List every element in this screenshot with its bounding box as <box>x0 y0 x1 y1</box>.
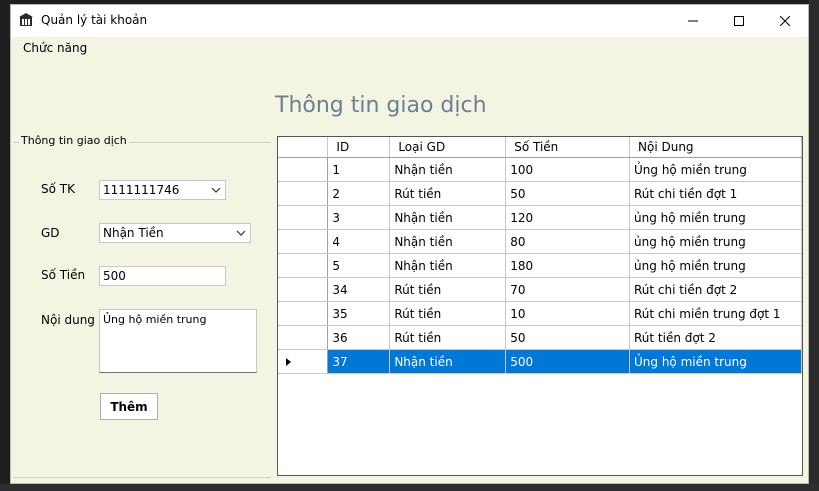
column-header-type[interactable]: Loại GD <box>389 137 507 158</box>
cell-content[interactable]: Rút chi tiền đợt 1 <box>629 181 802 206</box>
type-label: GD <box>41 226 60 240</box>
cell-content[interactable]: Rút chi tiền đợt 2 <box>629 277 802 302</box>
cell-type[interactable]: Nhận tiền <box>389 229 507 254</box>
transactions-grid[interactable]: ID Loại GD Số Tiền Nội Dung 1 Nhận tiền 10… <box>277 136 803 476</box>
cell-id[interactable]: 34 <box>327 277 391 302</box>
menu-item-chuc-nang[interactable]: Chức năng <box>23 41 87 55</box>
cell-content[interactable]: Rút chi miền trung đợt 1 <box>629 301 802 326</box>
row-header[interactable] <box>278 277 329 302</box>
table-row[interactable]: 1 Nhận tiền 100 Ủng hộ miền trung <box>278 157 802 182</box>
menu-bar: Chức năng <box>11 37 808 60</box>
cell-content[interactable]: Rút tiền đợt 2 <box>629 325 802 350</box>
cell-content[interactable]: ủng hộ miền trung <box>629 229 802 254</box>
column-header-id[interactable]: ID <box>327 137 391 158</box>
cell-id[interactable]: 1 <box>327 157 391 182</box>
column-header-content[interactable]: Nội Dung <box>629 137 802 158</box>
cell-id[interactable]: 35 <box>327 301 391 326</box>
cell-id[interactable]: 36 <box>327 325 391 350</box>
table-row[interactable]: 3 Nhận tiền 120 ủng hộ miền trung <box>278 205 802 230</box>
type-combobox[interactable]: Nhận Tiền <box>99 223 251 243</box>
content-value: Ủng hộ miền trung <box>103 313 207 326</box>
row-header[interactable] <box>278 253 329 278</box>
table-row[interactable]: 37 Nhận tiền 500 Ủng hộ miền trung <box>278 349 802 374</box>
table-row[interactable]: 4 Nhận tiền 80 ủng hộ miền trung <box>278 229 802 254</box>
app-icon <box>19 13 33 26</box>
cell-type[interactable]: Nhận tiền <box>389 253 507 278</box>
background-editor-gutter <box>0 0 10 491</box>
row-header[interactable] <box>278 349 329 374</box>
cell-amount[interactable]: 50 <box>505 325 630 350</box>
title-bar[interactable]: Quản lý tài khoản <box>11 5 808 37</box>
account-value: 1111111746 <box>103 183 180 197</box>
column-header-amount[interactable]: Số Tiền <box>505 137 630 158</box>
cell-amount[interactable]: 70 <box>505 277 630 302</box>
add-button[interactable]: Thêm <box>100 393 158 420</box>
maximize-button[interactable] <box>716 5 762 37</box>
main-window: Quản lý tài khoản Chức năng Thông tin gi… <box>10 4 809 484</box>
page-heading: Thông tin giao dịch <box>275 93 487 118</box>
cell-id[interactable]: 5 <box>327 253 391 278</box>
cell-type[interactable]: Nhận tiền <box>389 157 507 182</box>
maximize-icon <box>734 16 744 26</box>
background-status-bar <box>0 484 819 491</box>
amount-label: Số Tiền <box>41 268 86 282</box>
cell-type[interactable]: Rút tiền <box>389 277 507 302</box>
cell-id[interactable]: 37 <box>327 349 391 374</box>
background-editor-right <box>809 0 819 491</box>
cell-amount[interactable]: 10 <box>505 301 630 326</box>
cell-type[interactable]: Nhận tiền <box>389 349 507 374</box>
cell-id[interactable]: 3 <box>327 205 391 230</box>
cell-amount[interactable]: 100 <box>505 157 630 182</box>
amount-value: 500 <box>103 269 126 283</box>
table-row[interactable]: 5 Nhận tiền 180 ủng hộ miền trung <box>278 253 802 278</box>
header-row: ID Loại GD Số Tiền Nội Dung <box>278 137 802 158</box>
table-row[interactable]: 35 Rút tiền 10 Rút chi miền trung đợt 1 <box>278 301 802 326</box>
content-textarea[interactable]: Ủng hộ miền trung <box>99 309 257 373</box>
row-header[interactable] <box>278 181 329 206</box>
row-header[interactable] <box>278 229 329 254</box>
window-title: Quản lý tài khoản <box>41 13 148 27</box>
row-header[interactable] <box>278 205 329 230</box>
cell-id[interactable]: 2 <box>327 181 391 206</box>
cell-amount[interactable]: 180 <box>505 253 630 278</box>
row-header[interactable] <box>278 157 329 182</box>
row-header[interactable] <box>278 325 329 350</box>
account-label: Số TK <box>41 182 75 196</box>
type-value: Nhận Tiền <box>103 226 164 240</box>
transactions-table: ID Loại GD Số Tiền Nội Dung 1 Nhận tiền 10… <box>278 137 802 374</box>
cell-amount[interactable]: 500 <box>505 349 630 374</box>
cell-amount[interactable]: 50 <box>505 181 630 206</box>
cell-id[interactable]: 4 <box>327 229 391 254</box>
minimize-icon <box>688 20 698 22</box>
cell-content[interactable]: ủng hộ miền trung <box>629 253 802 278</box>
table-row[interactable]: 36 Rút tiền 50 Rút tiền đợt 2 <box>278 325 802 350</box>
cell-amount[interactable]: 80 <box>505 229 630 254</box>
cell-amount[interactable]: 120 <box>505 205 630 230</box>
current-row-icon <box>286 357 291 366</box>
account-combobox[interactable]: 1111111746 <box>99 180 226 200</box>
row-header-corner <box>278 137 329 158</box>
cell-content[interactable]: Ủng hộ miền trung <box>629 157 802 182</box>
chevron-down-icon <box>211 187 221 193</box>
groupbox-title: Thông tin giao dịch <box>19 134 129 147</box>
cell-type[interactable]: Rút tiền <box>389 181 507 206</box>
content-label: Nội dung <box>41 313 95 327</box>
close-button[interactable] <box>762 5 808 37</box>
close-icon <box>780 16 790 26</box>
table-row[interactable]: 2 Rút tiền 50 Rút chi tiền đợt 1 <box>278 181 802 206</box>
cell-type[interactable]: Nhận tiền <box>389 205 507 230</box>
amount-input[interactable]: 500 <box>99 266 226 286</box>
table-row[interactable]: 34 Rút tiền 70 Rút chi tiền đợt 2 <box>278 277 802 302</box>
minimize-button[interactable] <box>670 5 716 37</box>
cell-content[interactable]: ủng hộ miền trung <box>629 205 802 230</box>
cell-type[interactable]: Rút tiền <box>389 301 507 326</box>
cell-type[interactable]: Rút tiền <box>389 325 507 350</box>
row-header[interactable] <box>278 301 329 326</box>
cell-content[interactable]: Ủng hộ miền trung <box>629 349 802 374</box>
chevron-down-icon <box>236 230 246 236</box>
